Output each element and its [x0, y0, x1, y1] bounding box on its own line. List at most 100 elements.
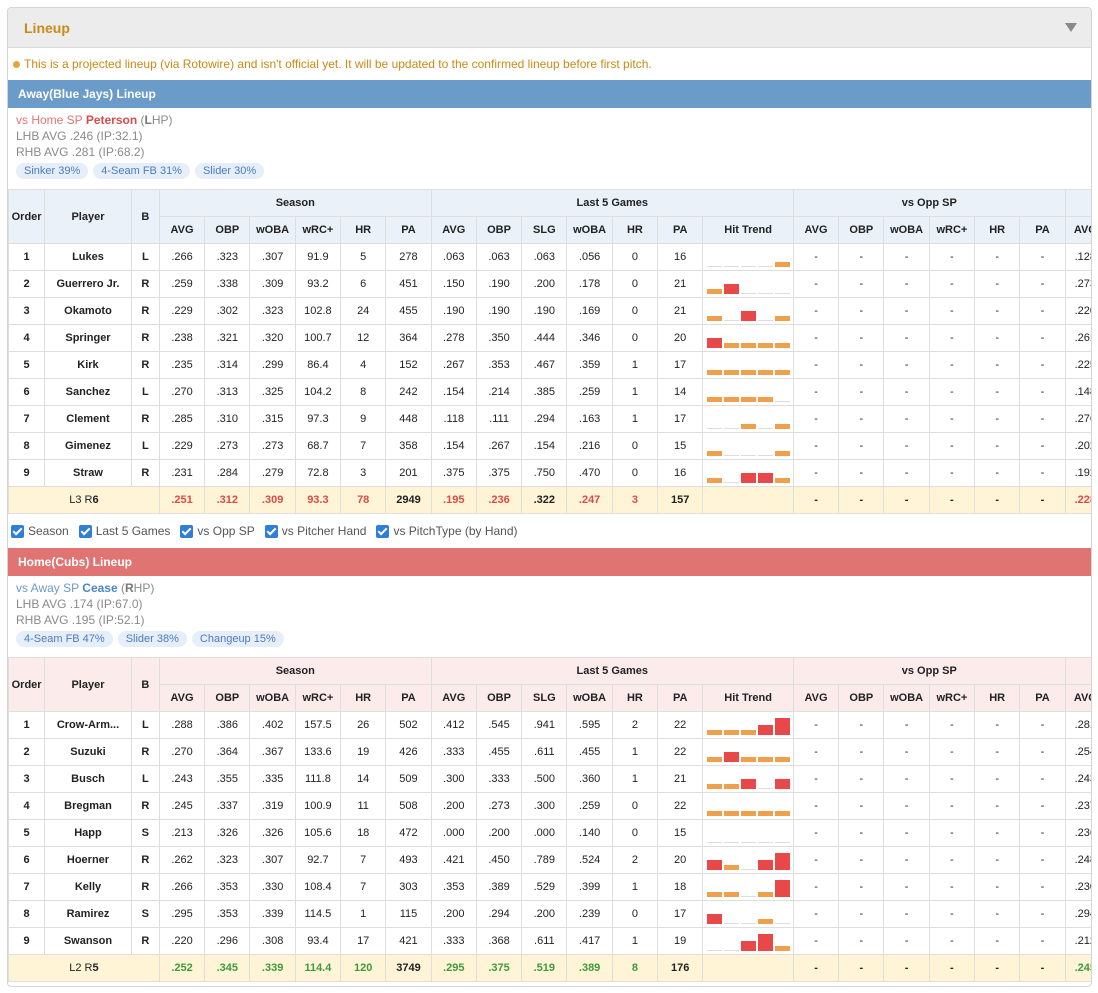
header-last5-col[interactable]: wOBA	[566, 684, 613, 712]
pitch-type-pill[interactable]: Slider 38%	[117, 631, 187, 647]
checkbox-checked-icon[interactable]	[376, 524, 390, 538]
header-last5-col[interactable]: HR	[611, 684, 659, 712]
vs-opp-stat: -	[928, 900, 976, 928]
hit-trend-bar	[740, 342, 756, 348]
header-vsopp-col[interactable]: HR	[974, 684, 1021, 712]
header-player[interactable]: Player	[44, 189, 132, 244]
vs-opp-stat: -	[928, 243, 976, 271]
last5-stat: 22	[657, 711, 704, 739]
panel-header[interactable]: Lineup	[8, 8, 1091, 48]
checkbox-checked-icon[interactable]	[264, 524, 278, 538]
header-order[interactable]: Order	[8, 657, 46, 712]
player-name-link[interactable]: Springer	[44, 324, 132, 352]
header-vsopp-col[interactable]: HR	[974, 216, 1021, 244]
header-season-col[interactable]: wOBA	[249, 684, 296, 712]
player-name-link[interactable]: Okamoto	[44, 297, 132, 325]
toggle-checkbox[interactable]: Last 5 Games	[78, 524, 170, 538]
vs-opp-stat: -	[974, 927, 1021, 955]
header-last5-col[interactable]: OBP	[475, 216, 523, 244]
toggle-checkbox[interactable]: Season	[11, 524, 69, 538]
toggle-checkbox[interactable]: vs Pitcher Hand	[264, 524, 366, 538]
checkbox-checked-icon[interactable]	[180, 524, 194, 538]
header-vsopp-col[interactable]: PA	[1019, 216, 1066, 244]
pitch-type-pill[interactable]: Sinker 39%	[16, 163, 89, 179]
pitch-type-pill[interactable]: Changeup 15%	[191, 631, 284, 647]
header-last5-col[interactable]: AVG	[430, 216, 477, 244]
vs-opp-stat: -	[792, 378, 840, 406]
header-player[interactable]: Player	[44, 657, 132, 712]
hit-trend-chart	[704, 461, 793, 486]
header-bats[interactable]: B	[130, 189, 160, 244]
header-last5-col[interactable]: PA	[657, 684, 704, 712]
header-vsopp-col[interactable]: OBP	[838, 684, 885, 712]
player-name-link[interactable]: Sanchez	[44, 378, 132, 406]
sp-hand-letter: L	[144, 113, 152, 127]
player-name-link[interactable]: Suzuki	[44, 738, 132, 766]
extra-avg: .294	[1064, 900, 1091, 928]
header-season-col[interactable]: PA	[385, 216, 432, 244]
player-name-link[interactable]: Straw	[44, 459, 132, 487]
header-last5-col[interactable]: AVG	[430, 684, 477, 712]
header-vsopp-col[interactable]: wRC+	[928, 684, 976, 712]
player-name-link[interactable]: Gimenez	[44, 432, 132, 460]
header-last5-col[interactable]: SLG	[521, 684, 568, 712]
player-name-link[interactable]: Guerrero Jr.	[44, 270, 132, 298]
header-last5-col[interactable]: Hit Trend	[702, 216, 794, 244]
header-vsopp-col[interactable]: PA	[1019, 684, 1066, 712]
season-stat: .339	[249, 900, 296, 928]
player-name-link[interactable]: Clement	[44, 405, 132, 433]
header-season-col[interactable]: AVG	[158, 684, 206, 712]
toggle-checkbox[interactable]: vs PitchType (by Hand)	[376, 524, 518, 538]
player-name-link[interactable]: Kirk	[44, 351, 132, 379]
collapse-triangle-icon[interactable]	[1065, 23, 1077, 32]
header-last5-col[interactable]: SLG	[521, 216, 568, 244]
last5-stat: .545	[475, 711, 523, 739]
player-name-link[interactable]: Ramirez	[44, 900, 132, 928]
header-vsopp-col[interactable]: AVG	[792, 684, 840, 712]
pitch-type-pill[interactable]: 4-Seam FB 31%	[93, 163, 190, 179]
player-name-link[interactable]: Hoerner	[44, 846, 132, 874]
header-season-col[interactable]: HR	[340, 684, 387, 712]
pitch-type-pill[interactable]: Slider 30%	[194, 163, 265, 179]
player-name-link[interactable]: Busch	[44, 765, 132, 793]
player-name-link[interactable]: Bregman	[44, 792, 132, 820]
pitch-type-pill[interactable]: 4-Seam FB 47%	[16, 631, 113, 647]
header-extra-avg[interactable]: AVG	[1064, 684, 1091, 712]
last5-stat: 1	[611, 765, 659, 793]
header-season-col[interactable]: wRC+	[294, 684, 342, 712]
header-vsopp-col[interactable]: wRC+	[928, 216, 976, 244]
header-season-col[interactable]: PA	[385, 684, 432, 712]
header-vsopp-col[interactable]: AVG	[792, 216, 840, 244]
header-season-col[interactable]: wRC+	[294, 216, 342, 244]
header-last5-col[interactable]: OBP	[475, 684, 523, 712]
header-vsopp-col[interactable]: OBP	[838, 216, 885, 244]
player-name-link[interactable]: Swanson	[44, 927, 132, 955]
header-order[interactable]: Order	[8, 189, 46, 244]
toggle-checkbox[interactable]: vs Opp SP	[180, 524, 255, 538]
header-season-col[interactable]: wOBA	[249, 216, 296, 244]
header-season-col[interactable]: HR	[340, 216, 387, 244]
header-season-col[interactable]: OBP	[204, 216, 251, 244]
header-last5-col[interactable]: Hit Trend	[702, 684, 794, 712]
header-vsopp-col[interactable]: wOBA	[883, 684, 930, 712]
header-vsopp-col[interactable]: wOBA	[883, 216, 930, 244]
player-name-link[interactable]: Crow-Arm...	[44, 711, 132, 739]
total-season-stat: .251	[158, 486, 206, 514]
sp-name-link[interactable]: Peterson	[86, 113, 137, 127]
header-extra-avg[interactable]: AVG	[1064, 216, 1091, 244]
player-name-link[interactable]: Kelly	[44, 873, 132, 901]
sp-name-link[interactable]: Cease	[82, 581, 117, 595]
total-vs-stat: -	[974, 486, 1021, 514]
header-season: Season	[158, 189, 432, 217]
header-season-col[interactable]: OBP	[204, 684, 251, 712]
header-season-col[interactable]: AVG	[158, 216, 206, 244]
vs-opp-stat: -	[883, 846, 930, 874]
header-last5-col[interactable]: HR	[611, 216, 659, 244]
checkbox-checked-icon[interactable]	[78, 524, 92, 538]
header-bats[interactable]: B	[130, 657, 160, 712]
header-last5-col[interactable]: PA	[657, 216, 704, 244]
player-name-link[interactable]: Happ	[44, 819, 132, 847]
checkbox-checked-icon[interactable]	[11, 524, 24, 538]
header-last5-col[interactable]: wOBA	[566, 216, 613, 244]
player-name-link[interactable]: Lukes	[44, 243, 132, 271]
